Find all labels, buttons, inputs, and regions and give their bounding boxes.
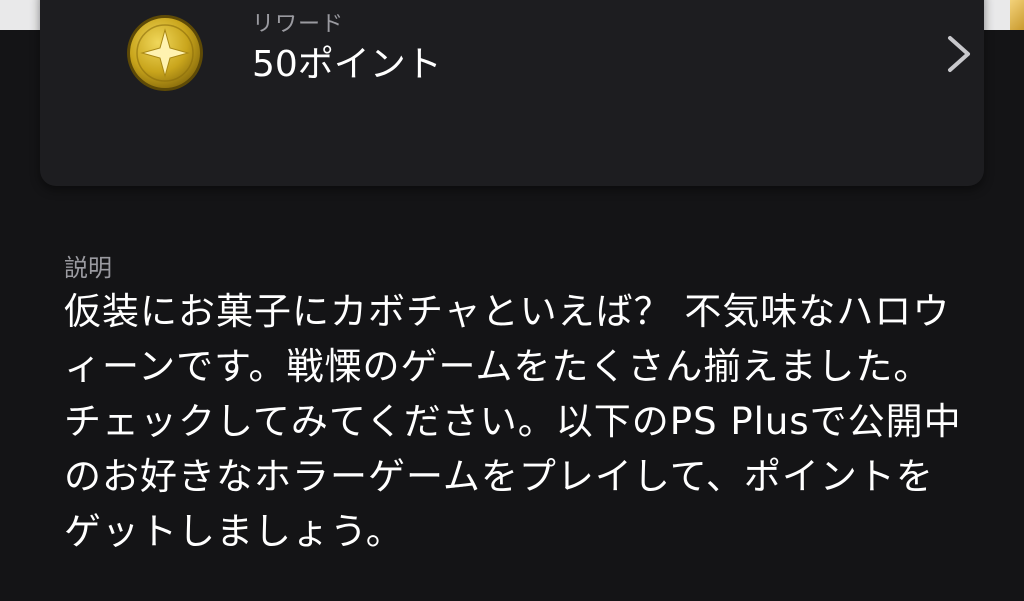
reward-text-block: リワード 50ポイント xyxy=(252,10,442,88)
reward-label: リワード xyxy=(252,12,345,37)
reward-card[interactable]: リワード 50ポイント xyxy=(40,0,984,186)
description-label: 説明 xyxy=(64,254,112,282)
background-strip-left xyxy=(0,0,40,30)
quest-detail-page: リワード 50ポイント 説明 仮装にお菓子にカボチャといえば？ 不気味なハロウィ… xyxy=(0,0,1024,601)
description-body: 仮装にお菓子にカボチャといえば？ 不気味なハロウィーンです。戦慄のゲームをたくさ… xyxy=(64,290,962,553)
gold-edge-decoration xyxy=(1010,0,1024,30)
star-coin-icon xyxy=(127,15,203,91)
background-strip-right xyxy=(984,0,1024,30)
reward-value: 50ポイント xyxy=(252,44,442,85)
chevron-right-icon[interactable] xyxy=(940,32,980,76)
